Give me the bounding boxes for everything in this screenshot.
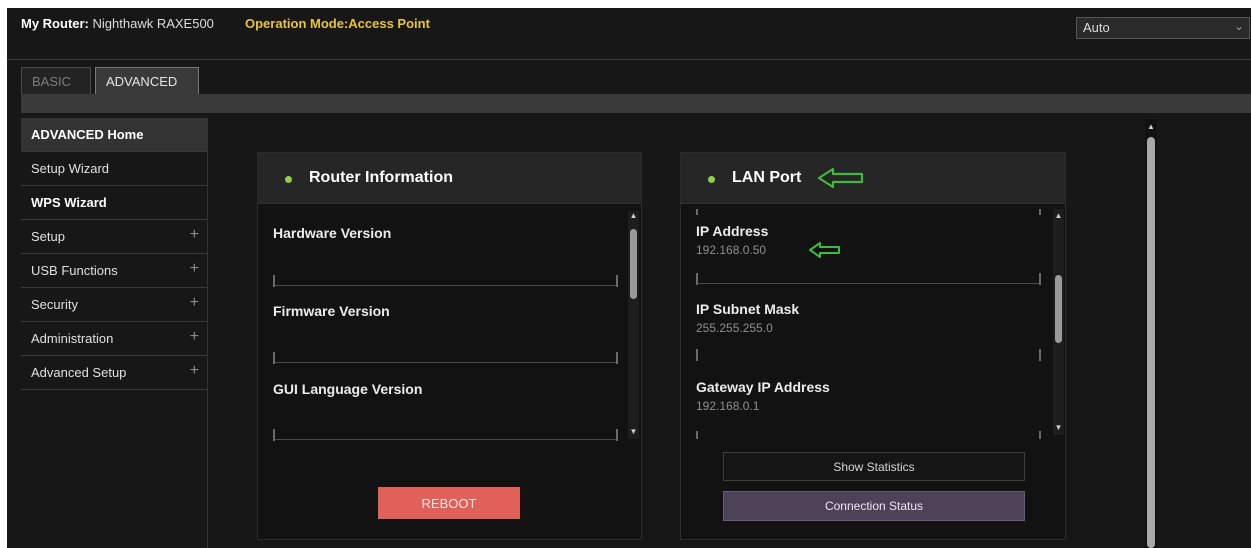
scroll-thumb[interactable] (1147, 137, 1155, 548)
list-item: IP Address 192.168.0.50 (696, 209, 1046, 287)
panel-title: Router Information (309, 169, 453, 186)
sidebar-item-setup-wizard[interactable]: Setup Wizard (21, 152, 207, 186)
lan-port-scrollbar[interactable]: ▲ ▼ (1053, 209, 1064, 435)
lan-port-panel: LAN Port IP Address 192.168.0.50 IP Subn… (680, 152, 1066, 540)
sidebar-item-usb-functions[interactable]: USB Functions + (21, 254, 207, 288)
divider (616, 429, 618, 441)
sidebar-item-advanced-home[interactable]: ADVANCED Home (21, 118, 207, 152)
sidebar-item-label: Administration (31, 331, 114, 346)
show-statistics-button[interactable]: Show Statistics (723, 452, 1025, 481)
plus-icon[interactable]: + (190, 362, 199, 380)
divider (273, 362, 618, 363)
scroll-down-icon[interactable]: ▼ (1053, 423, 1064, 433)
status-dot-icon (708, 176, 715, 183)
divider (273, 439, 618, 440)
field-label: IP Subnet Mask (696, 301, 800, 317)
operation-mode: Operation Mode:Access Point (245, 16, 430, 31)
router-info-scrollbar[interactable]: ▲ ▼ (628, 211, 639, 439)
divider (616, 275, 618, 287)
divider (1039, 273, 1041, 285)
status-dot-icon (285, 176, 292, 183)
scroll-thumb[interactable] (1055, 275, 1062, 343)
panel-title: LAN Port (732, 169, 802, 186)
scroll-thumb[interactable] (630, 229, 637, 299)
divider (696, 431, 698, 439)
sidebar-item-label: Setup (31, 229, 65, 244)
list-item: GUI Language Version (273, 367, 623, 443)
divider (273, 429, 275, 441)
router-model: Nighthawk RAXE500 (92, 16, 214, 31)
divider (696, 283, 1041, 284)
list-item: Gateway IP Address 192.168.0.1 (696, 365, 1046, 439)
scroll-up-icon[interactable]: ▲ (1145, 122, 1157, 131)
divider (273, 275, 275, 287)
language-select-value: Auto (1083, 20, 1110, 35)
sidebar-item-setup[interactable]: Setup + (21, 220, 207, 254)
router-name: My Router: Nighthawk RAXE500 (21, 16, 214, 31)
sidebar-item-security[interactable]: Security + (21, 288, 207, 322)
sidebar: ADVANCED Home Setup Wizard WPS Wizard Se… (21, 118, 208, 548)
reboot-button[interactable]: REBOOT (378, 487, 520, 519)
divider (1039, 349, 1041, 361)
panel-header: LAN Port (681, 153, 1065, 204)
sidebar-item-label: Setup Wizard (31, 161, 110, 176)
language-select[interactable]: Auto ⌄ (1076, 17, 1250, 39)
sidebar-item-label: WPS Wizard (31, 195, 107, 210)
field-value: 192.168.0.50 (696, 243, 767, 257)
divider (616, 352, 618, 364)
tab-advanced[interactable]: ADVANCED (95, 67, 199, 94)
field-label: GUI Language Version (273, 381, 423, 397)
sidebar-item-label: Advanced Setup (31, 365, 127, 380)
tab-basic[interactable]: BASIC (21, 67, 91, 94)
field-label: Hardware Version (273, 225, 392, 241)
divider (1039, 431, 1041, 439)
field-value: 192.168.0.1 (696, 399, 760, 413)
router-info-list: Hardware Version Firmware Version GUI La… (273, 211, 623, 443)
sidebar-item-administration[interactable]: Administration + (21, 322, 207, 356)
chevron-down-icon: ⌄ (1233, 19, 1244, 33)
sidebar-item-wps-wizard[interactable]: WPS Wizard (21, 186, 207, 220)
list-item: IP Subnet Mask 255.255.255.0 (696, 287, 1046, 365)
scroll-up-icon[interactable]: ▲ (1053, 211, 1064, 221)
plus-icon[interactable]: + (190, 294, 199, 312)
scroll-up-icon[interactable]: ▲ (628, 211, 639, 221)
list-item: Hardware Version (273, 211, 623, 289)
annotation-arrow-icon (809, 242, 840, 258)
sidebar-item-label: Security (31, 297, 78, 312)
router-information-panel: Router Information Hardware Version Firm… (257, 152, 642, 540)
tab-strip (21, 94, 1251, 113)
list-item: Firmware Version (273, 289, 623, 367)
page-scrollbar[interactable]: ▲ (1145, 119, 1157, 548)
divider (273, 352, 275, 364)
top-bar: My Router: Nighthawk RAXE500 Operation M… (7, 8, 1251, 60)
sidebar-item-advanced-setup[interactable]: Advanced Setup + (21, 356, 207, 390)
divider (696, 349, 698, 361)
lan-port-list: IP Address 192.168.0.50 IP Subnet Mask 2… (696, 209, 1046, 439)
panel-header: Router Information (258, 153, 641, 204)
plus-icon[interactable]: + (190, 260, 199, 278)
connection-status-button[interactable]: Connection Status (723, 491, 1025, 521)
router-label: My Router: (21, 16, 89, 31)
sidebar-item-label: ADVANCED Home (31, 127, 144, 142)
field-label: Gateway IP Address (696, 379, 830, 395)
field-label: IP Address (696, 223, 769, 239)
plus-icon[interactable]: + (190, 226, 199, 244)
annotation-arrow-icon (817, 167, 864, 189)
plus-icon[interactable]: + (190, 328, 199, 346)
router-admin-app: My Router: Nighthawk RAXE500 Operation M… (7, 8, 1251, 548)
sidebar-item-label: USB Functions (31, 263, 118, 278)
field-value: 255.255.255.0 (696, 321, 773, 335)
divider (273, 285, 618, 286)
divider (696, 273, 698, 285)
scroll-down-icon[interactable]: ▼ (628, 427, 639, 437)
field-label: Firmware Version (273, 303, 390, 319)
